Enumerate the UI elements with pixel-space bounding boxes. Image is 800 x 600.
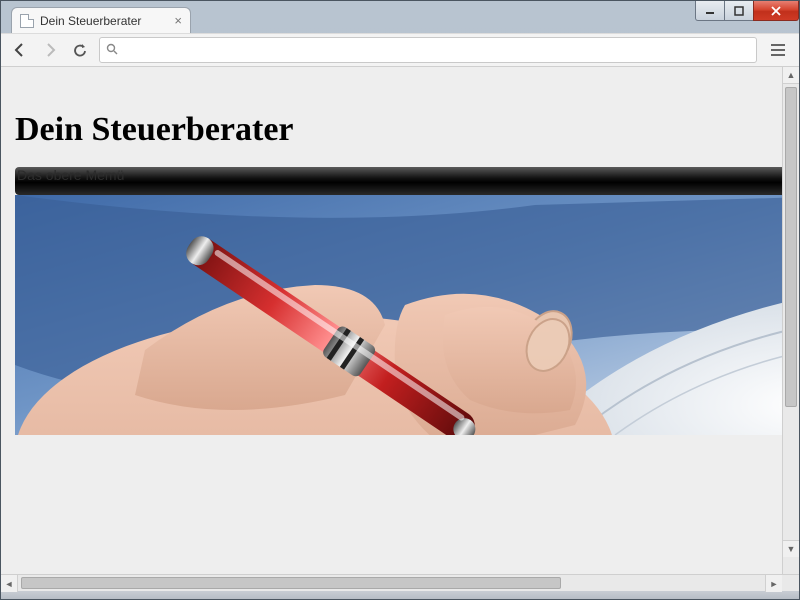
scroll-down-button[interactable]: ▼ [783, 540, 799, 557]
horizontal-scroll-thumb[interactable] [21, 577, 561, 589]
top-menu-bar[interactable]: Das obere Memü [15, 167, 782, 195]
webpage: Dein Steuerberater Das obere Memü [1, 67, 782, 574]
back-button[interactable] [9, 39, 31, 61]
scroll-up-button[interactable]: ▲ [783, 67, 799, 84]
browser-toolbar [1, 33, 799, 67]
chrome-menu-button[interactable] [765, 38, 791, 62]
scroll-left-button[interactable]: ◄ [1, 575, 18, 592]
search-icon [106, 43, 118, 58]
horizontal-scrollbar-row: ◄ ► [1, 574, 799, 591]
browser-window: Dein Steuerberater × D [0, 0, 800, 600]
tab-close-icon[interactable]: × [174, 13, 182, 28]
address-bar[interactable] [99, 37, 757, 63]
tab-title: Dein Steuerberater [40, 14, 168, 28]
hero-image [15, 195, 782, 435]
hamburger-icon [771, 44, 785, 46]
page-content: Dein Steuerberater Das obere Memü [1, 67, 782, 574]
reload-icon [73, 43, 88, 58]
scroll-corner [782, 575, 799, 591]
window-statusbar [1, 591, 799, 599]
tab-strip: Dein Steuerberater × [1, 7, 799, 33]
vertical-scrollbar[interactable]: ▲ ▼ [782, 67, 799, 574]
reload-button[interactable] [69, 39, 91, 61]
forward-button[interactable] [39, 39, 61, 61]
page-icon [20, 14, 34, 28]
menu-label: Das obere Memü [17, 167, 124, 183]
viewport: Dein Steuerberater Das obere Memü [1, 67, 799, 574]
vertical-scroll-thumb[interactable] [785, 87, 797, 407]
url-input[interactable] [124, 43, 750, 58]
hero-illustration [15, 195, 782, 435]
site-title: Dein Steuerberater [15, 111, 768, 149]
arrow-left-icon [12, 42, 28, 58]
arrow-right-icon [42, 42, 58, 58]
browser-tab[interactable]: Dein Steuerberater × [11, 7, 191, 33]
scroll-right-button[interactable]: ► [765, 575, 782, 592]
horizontal-scrollbar[interactable]: ◄ ► [1, 575, 782, 591]
